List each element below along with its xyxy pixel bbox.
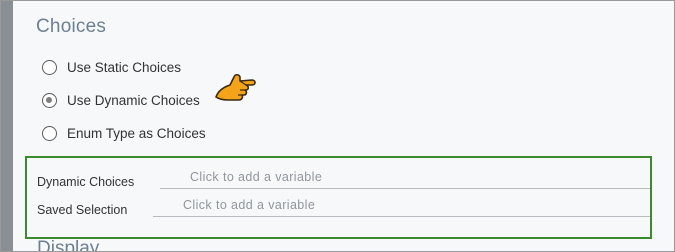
radio-static-choices[interactable] bbox=[42, 59, 57, 75]
saved-selection-underline bbox=[153, 216, 650, 217]
option-use-static-choices[interactable]: Use Static Choices bbox=[42, 57, 181, 77]
saved-selection-variable-field[interactable]: Click to add a variable bbox=[183, 198, 315, 212]
option-enum-type-as-choices[interactable]: Enum Type as Choices bbox=[42, 123, 206, 143]
dynamic-choices-underline bbox=[160, 188, 650, 189]
variable-assignment-box: Dynamic Choices Click to add a variable … bbox=[25, 156, 652, 239]
properties-window: Choices Use Static Choices Use Dynamic C… bbox=[0, 0, 675, 252]
choices-section-title: Choices bbox=[36, 16, 107, 37]
option-use-dynamic-choices[interactable]: Use Dynamic Choices bbox=[42, 90, 200, 110]
radio-enum-type[interactable] bbox=[42, 125, 57, 141]
pointing-hand-icon bbox=[215, 73, 256, 101]
option-label: Use Dynamic Choices bbox=[67, 92, 200, 108]
radio-dynamic-choices[interactable] bbox=[42, 92, 57, 108]
display-section-title: Display bbox=[37, 238, 100, 252]
option-label: Use Static Choices bbox=[67, 59, 182, 75]
dynamic-choices-variable-field[interactable]: Click to add a variable bbox=[190, 170, 322, 184]
left-edge-strip bbox=[1, 1, 13, 251]
option-label: Enum Type as Choices bbox=[67, 125, 206, 141]
dynamic-choices-label: Dynamic Choices bbox=[37, 175, 135, 189]
properties-panel: Choices Use Static Choices Use Dynamic C… bbox=[13, 1, 674, 251]
saved-selection-label: Saved Selection bbox=[37, 203, 128, 217]
